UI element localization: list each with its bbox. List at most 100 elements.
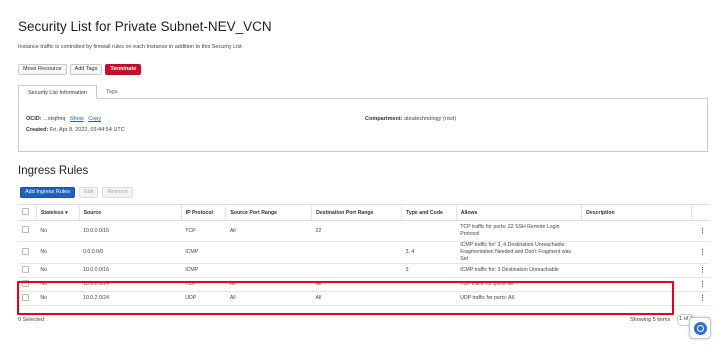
cell-src-port: All xyxy=(225,277,312,292)
tab-tags[interactable]: Tags xyxy=(97,85,127,99)
cell-type-code: 3, 4 xyxy=(401,241,457,264)
row-actions-kebab-icon[interactable]: ⋮ xyxy=(691,291,710,306)
table-row: No 0.0.0.0/0 ICMP 3, 4 ICMP traffic for:… xyxy=(18,241,710,264)
cell-source: 10.0.2.0/24 xyxy=(79,291,182,306)
cell-src-port: All xyxy=(225,291,312,306)
help-widget[interactable] xyxy=(689,317,711,339)
compartment-label: Compartment: xyxy=(365,116,403,122)
cell-source: 10.0.2.0/24 xyxy=(79,277,182,292)
move-resource-button[interactable]: Move Resource xyxy=(18,64,67,75)
col-source: Source xyxy=(79,204,182,221)
created-label: Created: xyxy=(26,127,49,133)
cell-src-port: All xyxy=(225,220,312,242)
cell-source: 0.0.0.0/0 xyxy=(79,241,182,264)
table-header-row: Stateless ▾ Source IP Protocol Source Po… xyxy=(18,204,710,221)
cell-type-code xyxy=(401,277,457,292)
row-checkbox[interactable] xyxy=(22,226,29,233)
tab-bar: Security List Information Tags xyxy=(18,85,127,99)
col-ip-protocol: IP Protocol xyxy=(181,204,227,221)
cell-source: 10.0.0.0/16 xyxy=(79,263,182,278)
table-row: No 10.0.0.0/16 TCP All 22 TCP traffic fo… xyxy=(18,220,710,242)
cell-allows: UDP traffic for ports: All xyxy=(456,291,582,306)
page-title: Security List for Private Subnet-NEV_VCN xyxy=(18,19,272,34)
cell-allows: TCP traffic for ports: All xyxy=(456,277,582,292)
cell-stateless: No xyxy=(36,263,80,278)
cell-stateless: No xyxy=(36,277,80,292)
cell-description xyxy=(581,241,692,264)
compartment-row: Compartment: ateatechnology (root) xyxy=(365,116,456,122)
select-all-checkbox[interactable] xyxy=(22,208,29,215)
col-destination-port-range: Destination Port Range xyxy=(311,204,403,221)
cell-stateless: No xyxy=(36,220,80,242)
cell-type-code xyxy=(401,220,457,242)
cell-protocol: ICMP xyxy=(181,263,226,278)
table-row: No 10.0.2.0/24 TCP All All TCP traffic f… xyxy=(18,277,710,292)
created-value: Fri, Apr 8, 2022, 03:44:54 UTC xyxy=(49,127,125,133)
cell-protocol: TCP xyxy=(181,220,226,242)
selected-count: 0 Selected xyxy=(18,317,44,323)
row-checkbox[interactable] xyxy=(22,247,29,255)
col-source-port-range: Source Port Range xyxy=(225,204,313,221)
terminate-button[interactable]: Terminate xyxy=(105,64,142,75)
cell-type-code: 3 xyxy=(401,263,457,278)
row-checkbox[interactable] xyxy=(22,293,29,301)
action-bar: Move Resource Add Tags Terminate xyxy=(18,64,142,75)
cell-allows: TCP traffic for ports: 22 SSH Remote Log… xyxy=(456,220,582,242)
col-stateless[interactable]: Stateless ▾ xyxy=(36,204,80,221)
row-actions-kebab-icon[interactable]: ⋮ xyxy=(691,263,710,278)
ingress-rules-title: Ingress Rules xyxy=(18,165,89,177)
cell-dst-port xyxy=(311,263,402,278)
cell-description xyxy=(581,220,692,242)
info-panel: OCID: ...xkqfmq Show Copy Created: Fri, … xyxy=(18,98,708,152)
cell-source: 10.0.0.0/16 xyxy=(79,220,182,242)
cell-stateless: No xyxy=(36,291,80,306)
cell-src-port xyxy=(225,263,312,278)
sort-caret-icon: ▾ xyxy=(65,209,68,216)
cell-stateless: No xyxy=(36,241,80,264)
add-tags-button[interactable]: Add Tags xyxy=(69,64,103,75)
row-checkbox[interactable] xyxy=(22,265,29,273)
col-type-and-code: Type and Code xyxy=(401,204,457,221)
cell-description xyxy=(581,263,692,278)
select-all-header[interactable] xyxy=(18,204,37,221)
cell-description xyxy=(581,291,692,306)
cell-dst-port: All xyxy=(311,291,402,306)
compartment-value: ateatechnology (root) xyxy=(404,116,457,122)
row-actions-kebab-icon[interactable]: ⋮ xyxy=(691,220,710,242)
page-subtitle: Instance traffic is controlled by firewa… xyxy=(18,44,242,50)
col-description: Description xyxy=(581,204,693,221)
cell-src-port xyxy=(225,241,312,264)
table-row: No 10.0.0.0/16 ICMP 3 ICMP traffic for: … xyxy=(18,263,710,278)
help-lifebuoy-icon xyxy=(693,321,707,335)
col-stateless-label: Stateless xyxy=(40,209,64,216)
cell-protocol: UDP xyxy=(181,291,226,306)
created-row: Created: Fri, Apr 8, 2022, 03:44:54 UTC xyxy=(26,127,125,133)
cell-allows: ICMP traffic for: 3, 4 Destination Unrea… xyxy=(456,241,582,264)
cell-dst-port xyxy=(311,241,402,264)
tab-security-list-information[interactable]: Security List Information xyxy=(18,85,97,99)
ingress-rules-table: Stateless ▾ Source IP Protocol Source Po… xyxy=(18,204,710,306)
ocid-copy-link[interactable]: Copy xyxy=(88,116,101,122)
cell-dst-port: 22 xyxy=(311,220,402,242)
showing-items: Showing 5 items xyxy=(630,317,671,323)
cell-type-code xyxy=(401,291,457,306)
edit-button[interactable]: Edit xyxy=(78,187,99,198)
remove-button[interactable]: Remove xyxy=(102,187,133,198)
cell-allows: ICMP traffic for: 3 Destination Unreacha… xyxy=(456,263,582,278)
ocid-row: OCID: ...xkqfmq Show Copy xyxy=(26,116,101,122)
table-row: No 10.0.2.0/24 UDP All All UDP traffic f… xyxy=(18,291,710,306)
add-ingress-rules-button[interactable]: Add Ingress Rules xyxy=(20,187,75,198)
row-actions-kebab-icon[interactable]: ⋮ xyxy=(691,277,710,292)
ocid-value: ...xkqfmq xyxy=(43,116,66,122)
ingress-actions: Add Ingress Rules Edit Remove xyxy=(20,187,133,198)
col-allows: Allows xyxy=(456,204,583,221)
row-actions-kebab-icon[interactable]: ⋮ xyxy=(691,241,710,264)
row-checkbox[interactable] xyxy=(22,279,29,287)
col-actions xyxy=(691,204,710,221)
ocid-show-link[interactable]: Show xyxy=(70,116,84,122)
cell-dst-port: All xyxy=(311,277,402,292)
ocid-label: OCID: xyxy=(26,116,42,122)
cell-protocol: TCP xyxy=(181,277,226,292)
cell-protocol: ICMP xyxy=(181,241,226,264)
cell-description xyxy=(581,277,692,292)
